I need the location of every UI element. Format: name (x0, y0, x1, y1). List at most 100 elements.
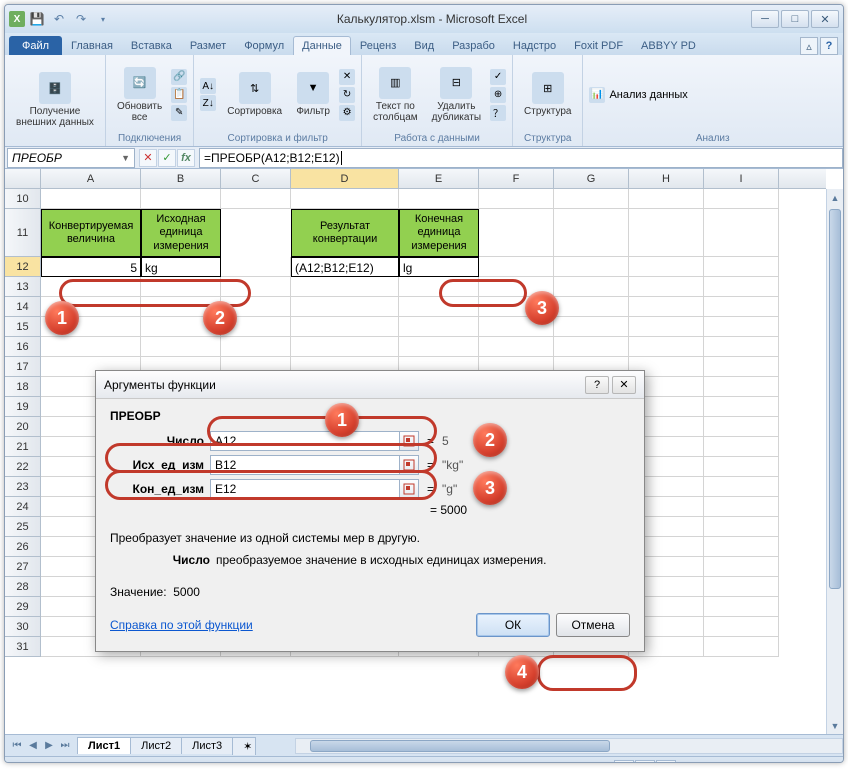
cell-C10[interactable] (221, 189, 291, 209)
cell-E15[interactable] (399, 317, 479, 337)
cell-F13[interactable] (479, 277, 554, 297)
tab-formulas[interactable]: Формул (235, 36, 293, 55)
row-21[interactable]: 21 (5, 437, 40, 457)
validation-icon[interactable]: ✓ (490, 69, 506, 85)
row-31[interactable]: 31 (5, 637, 40, 657)
qat-redo-icon[interactable]: ↷ (71, 9, 91, 29)
cell-H15[interactable] (629, 317, 704, 337)
cell-C11[interactable] (221, 209, 291, 257)
sheet-tab-1[interactable]: Лист1 (77, 737, 131, 754)
tab-data[interactable]: Данные (293, 36, 351, 55)
row-13[interactable]: 13 (5, 277, 40, 297)
cell-A11[interactable]: Конвертируемая величина (41, 209, 141, 257)
cell-G12[interactable] (554, 257, 629, 277)
cell-A14[interactable] (41, 297, 141, 317)
clear-filter-icon[interactable]: ✕ (339, 69, 355, 85)
whatif-icon[interactable]: ？ (490, 105, 506, 121)
sort-asc-icon[interactable]: A↓ (200, 78, 216, 94)
cell-D15[interactable] (291, 317, 399, 337)
view-pagebreak-button[interactable] (656, 760, 676, 764)
cell-I31[interactable] (704, 637, 779, 657)
cell-I28[interactable] (704, 577, 779, 597)
qat-more-icon[interactable]: ▾ (93, 9, 113, 29)
text-to-columns-button[interactable]: ▥Текст по столбцам (368, 64, 423, 126)
tab-view[interactable]: Вид (405, 36, 443, 55)
new-sheet-button[interactable]: ✶ (232, 737, 256, 755)
row-20[interactable]: 20 (5, 417, 40, 437)
cell-I10[interactable] (704, 189, 779, 209)
cell-I17[interactable] (704, 357, 779, 377)
col-I[interactable]: I (704, 169, 779, 188)
tab-nav-last-icon[interactable]: ⏭ (57, 738, 73, 754)
sheet-tab-3[interactable]: Лист3 (181, 737, 233, 754)
col-G[interactable]: G (554, 169, 629, 188)
function-help-link[interactable]: Справка по этой функции (110, 618, 253, 632)
row-30[interactable]: 30 (5, 617, 40, 637)
cell-G15[interactable] (554, 317, 629, 337)
cell-A10[interactable] (41, 189, 141, 209)
row-11[interactable]: 11 (5, 209, 40, 257)
cell-B10[interactable] (141, 189, 221, 209)
col-B[interactable]: B (141, 169, 221, 188)
cell-I12[interactable] (704, 257, 779, 277)
cell-I24[interactable] (704, 497, 779, 517)
help-button[interactable]: ? (820, 37, 838, 55)
cell-A16[interactable] (41, 337, 141, 357)
cell-H14[interactable] (629, 297, 704, 317)
cell-H16[interactable] (629, 337, 704, 357)
scroll-up-icon[interactable]: ▲ (827, 189, 843, 206)
cell-C16[interactable] (221, 337, 291, 357)
cell-B12[interactable]: kg (141, 257, 221, 277)
cell-I25[interactable] (704, 517, 779, 537)
col-C[interactable]: C (221, 169, 291, 188)
maximize-button[interactable]: □ (781, 10, 809, 28)
row-29[interactable]: 29 (5, 597, 40, 617)
cell-E16[interactable] (399, 337, 479, 357)
cell-I29[interactable] (704, 597, 779, 617)
row-24[interactable]: 24 (5, 497, 40, 517)
refresh-all-button[interactable]: 🔄Обновить все (112, 64, 167, 126)
cell-D14[interactable] (291, 297, 399, 317)
data-analysis-button[interactable]: 📊 Анализ данных (589, 87, 687, 103)
cell-B16[interactable] (141, 337, 221, 357)
reapply-icon[interactable]: ↻ (339, 87, 355, 103)
cell-G11[interactable] (554, 209, 629, 257)
zoom-in-button[interactable]: + (831, 762, 837, 764)
minimize-button[interactable]: ─ (751, 10, 779, 28)
cell-E12[interactable]: lg (399, 257, 479, 277)
arg3-refedit-button[interactable] (399, 479, 419, 499)
row-28[interactable]: 28 (5, 577, 40, 597)
cell-B11[interactable]: Исходная единица измерения (141, 209, 221, 257)
view-normal-button[interactable] (614, 760, 634, 764)
col-E[interactable]: E (399, 169, 479, 188)
row-27[interactable]: 27 (5, 557, 40, 577)
tab-developer[interactable]: Разрабо (443, 36, 504, 55)
arg1-refedit-button[interactable] (399, 431, 419, 451)
minimize-ribbon-button[interactable]: ▵ (800, 37, 818, 55)
sort-desc-icon[interactable]: Z↓ (200, 95, 216, 111)
cell-I21[interactable] (704, 437, 779, 457)
name-box[interactable]: ПРЕОБР▼ (7, 148, 135, 168)
cell-H11[interactable] (629, 209, 704, 257)
cell-I15[interactable] (704, 317, 779, 337)
view-layout-button[interactable] (635, 760, 655, 764)
cell-I27[interactable] (704, 557, 779, 577)
qat-undo-icon[interactable]: ↶ (49, 9, 69, 29)
connections-icon[interactable]: 🔗 (171, 69, 187, 85)
col-F[interactable]: F (479, 169, 554, 188)
row-22[interactable]: 22 (5, 457, 40, 477)
cell-I22[interactable] (704, 457, 779, 477)
row-12[interactable]: 12 (5, 257, 40, 277)
external-data-button[interactable]: 🗄️Получение внешних данных (11, 69, 99, 131)
row-19[interactable]: 19 (5, 397, 40, 417)
close-button[interactable]: ✕ (811, 10, 839, 28)
sort-button[interactable]: ⇅Сортировка (222, 69, 287, 120)
remove-duplicates-button[interactable]: ⊟Удалить дубликаты (427, 64, 486, 126)
cell-I20[interactable] (704, 417, 779, 437)
filter-button[interactable]: ▼Фильтр (291, 69, 335, 120)
cell-G16[interactable] (554, 337, 629, 357)
arg2-refedit-button[interactable] (399, 455, 419, 475)
cell-D10[interactable] (291, 189, 399, 209)
cell-E14[interactable] (399, 297, 479, 317)
cell-I19[interactable] (704, 397, 779, 417)
